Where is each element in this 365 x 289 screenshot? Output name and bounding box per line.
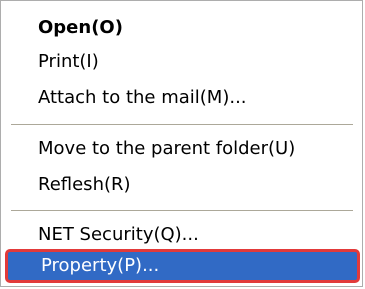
menu-item-property[interactable]: Property(P)...	[5, 249, 360, 283]
menu-item-open[interactable]: Open(O)	[8, 13, 356, 43]
menu-separator	[11, 210, 353, 211]
menu-item-refresh[interactable]: Reflesh(R)	[8, 170, 356, 200]
menu-item-attach-to-mail[interactable]: Attach to the mail(M)...	[8, 83, 356, 113]
menu-separator	[11, 124, 353, 125]
menu-item-print[interactable]: Print(I)	[8, 47, 356, 77]
menu-item-net-security[interactable]: NET Security(Q)...	[8, 220, 356, 250]
menu-item-move-to-parent-folder[interactable]: Move to the parent folder(U)	[8, 134, 356, 164]
context-menu: Open(O) Print(I) Attach to the mail(M)..…	[0, 0, 363, 287]
